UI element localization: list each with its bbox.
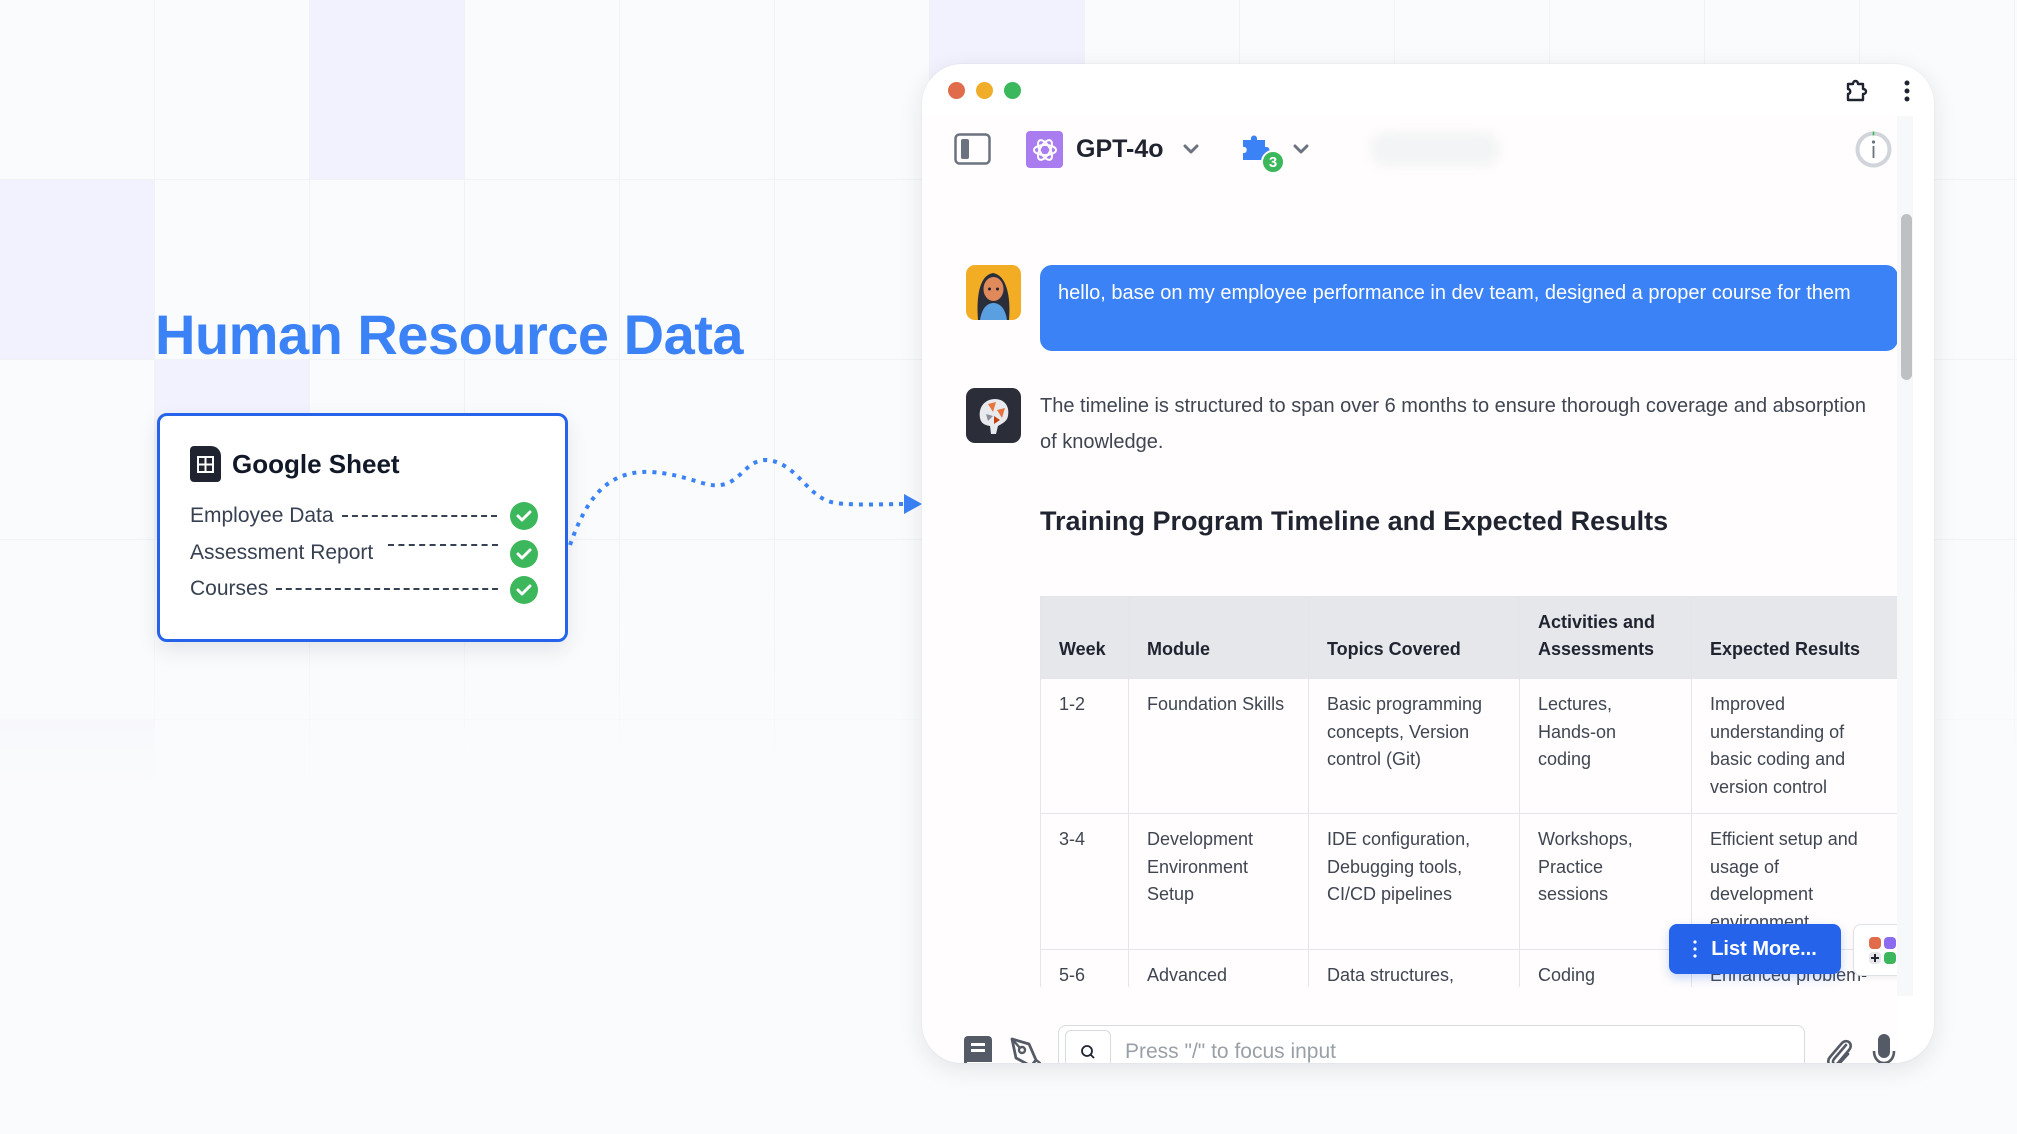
list-more-button[interactable]: List More...: [1669, 924, 1841, 974]
background-cell: [155, 0, 310, 180]
composer: [1058, 1025, 1805, 1063]
background-cell: [0, 0, 155, 180]
pen-tool-icon[interactable]: [1008, 1034, 1042, 1063]
table-cell: Development Environment Setup: [1128, 813, 1309, 950]
table-cell: Workshops, Practice sessions: [1519, 813, 1692, 950]
window-maximize-button[interactable]: [1004, 82, 1021, 99]
hero-title: Human Resource Data: [155, 303, 744, 366]
table-cell: Basic programming concepts, Version cont…: [1308, 678, 1520, 814]
background-cell: [310, 0, 465, 180]
source-item-label: Courses: [190, 577, 269, 600]
flow-arrow-path: [568, 457, 907, 546]
background-cell: [775, 180, 930, 360]
assistant-message-text: The timeline is structured to span over …: [1040, 395, 1867, 453]
table-cell: IDE configuration, Debugging tools, CI/C…: [1308, 813, 1520, 950]
column-header: Week: [1040, 596, 1129, 679]
flow-arrow: [568, 457, 922, 546]
chat-area: GPT-4o 3 hello, base on my employee perf…: [922, 116, 1910, 1063]
background-cell: [0, 180, 155, 360]
blurred-placeholder: [1370, 132, 1500, 166]
model-selector[interactable]: GPT-4o: [1076, 134, 1164, 164]
source-item-label: Employee Data: [190, 504, 334, 527]
column-header: Topics Covered: [1308, 596, 1520, 679]
window-minimize-button[interactable]: [976, 82, 993, 99]
table-cell: 5-6: [1040, 949, 1129, 987]
data-source-title: Google Sheet: [232, 448, 400, 479]
sidebar-toggle-icon[interactable]: [954, 133, 991, 165]
arrow-head-icon: [904, 494, 922, 514]
background-cell: [0, 360, 155, 540]
background-cell: [465, 0, 620, 180]
table-header-row: Week Module Topics Covered Activities an…: [1040, 596, 1898, 679]
plugins-button[interactable]: 3: [1240, 130, 1285, 174]
chat-toolbar: GPT-4o 3: [922, 116, 1897, 186]
scrollbar-track[interactable]: [1897, 116, 1913, 996]
spreadsheet-icon: [190, 446, 221, 482]
info-icon[interactable]: [1855, 131, 1892, 168]
source-item[interactable]: Employee Data: [190, 503, 497, 529]
chevron-down-icon[interactable]: [1292, 140, 1310, 158]
list-more-label: List More...: [1711, 937, 1817, 960]
table-row: 1-2 Foundation Skills Basic programming …: [1040, 678, 1898, 814]
table-cell: Data structures,: [1308, 949, 1520, 987]
check-circle-icon: [510, 540, 538, 568]
source-item[interactable]: Assessment Report: [190, 540, 373, 566]
user-avatar: [966, 265, 1021, 320]
chat-input[interactable]: [1125, 1026, 1795, 1063]
paperclip-icon[interactable]: [1822, 1034, 1856, 1063]
table-cell: Coding: [1519, 949, 1692, 987]
more-vertical-icon: [1693, 940, 1697, 958]
dotted-connector: [276, 588, 499, 590]
background-cell: [620, 0, 775, 180]
column-header: Module: [1128, 596, 1309, 679]
prompt-library-icon[interactable]: [962, 1034, 994, 1063]
table-cell: Improved understanding of basic coding a…: [1691, 678, 1898, 814]
plugin-count-badge: 3: [1261, 150, 1285, 174]
more-vertical-icon[interactable]: [1900, 76, 1914, 106]
table-cell: 3-4: [1040, 813, 1129, 950]
data-source-card: Google Sheet Employee Data Assessment Re…: [157, 413, 568, 642]
check-circle-icon: [510, 576, 538, 604]
data-source-header: Google Sheet: [190, 446, 400, 482]
microphone-icon[interactable]: [1869, 1032, 1899, 1063]
window-close-button[interactable]: [948, 82, 965, 99]
column-header: Expected Results: [1691, 596, 1898, 679]
background-cell: [775, 0, 930, 180]
dotted-connector: [341, 515, 497, 517]
search-icon[interactable]: [1065, 1030, 1111, 1063]
chevron-down-icon[interactable]: [1182, 140, 1200, 158]
dotted-connector: [388, 544, 498, 546]
check-circle-icon: [510, 502, 538, 530]
user-message-bubble: hello, base on my employee performance i…: [1040, 265, 1898, 351]
chat-window: GPT-4o 3 hello, base on my employee perf…: [922, 64, 1934, 1063]
openai-logo-icon[interactable]: [1026, 131, 1063, 168]
column-header: Activities and Assessments: [1519, 596, 1692, 679]
table-cell: 1-2: [1040, 678, 1129, 814]
table-cell: Foundation Skills: [1128, 678, 1309, 814]
response-heading: Training Program Timeline and Expected R…: [1040, 506, 1669, 536]
extension-icon[interactable]: [1842, 76, 1872, 106]
scrollbar-thumb[interactable]: [1901, 214, 1912, 380]
source-item[interactable]: Courses: [190, 576, 499, 602]
assistant-avatar: [966, 388, 1021, 443]
source-item-label: Assessment Report: [190, 541, 374, 564]
table-cell: Advanced: [1128, 949, 1309, 987]
table-cell: Lectures, Hands-on coding: [1519, 678, 1692, 814]
